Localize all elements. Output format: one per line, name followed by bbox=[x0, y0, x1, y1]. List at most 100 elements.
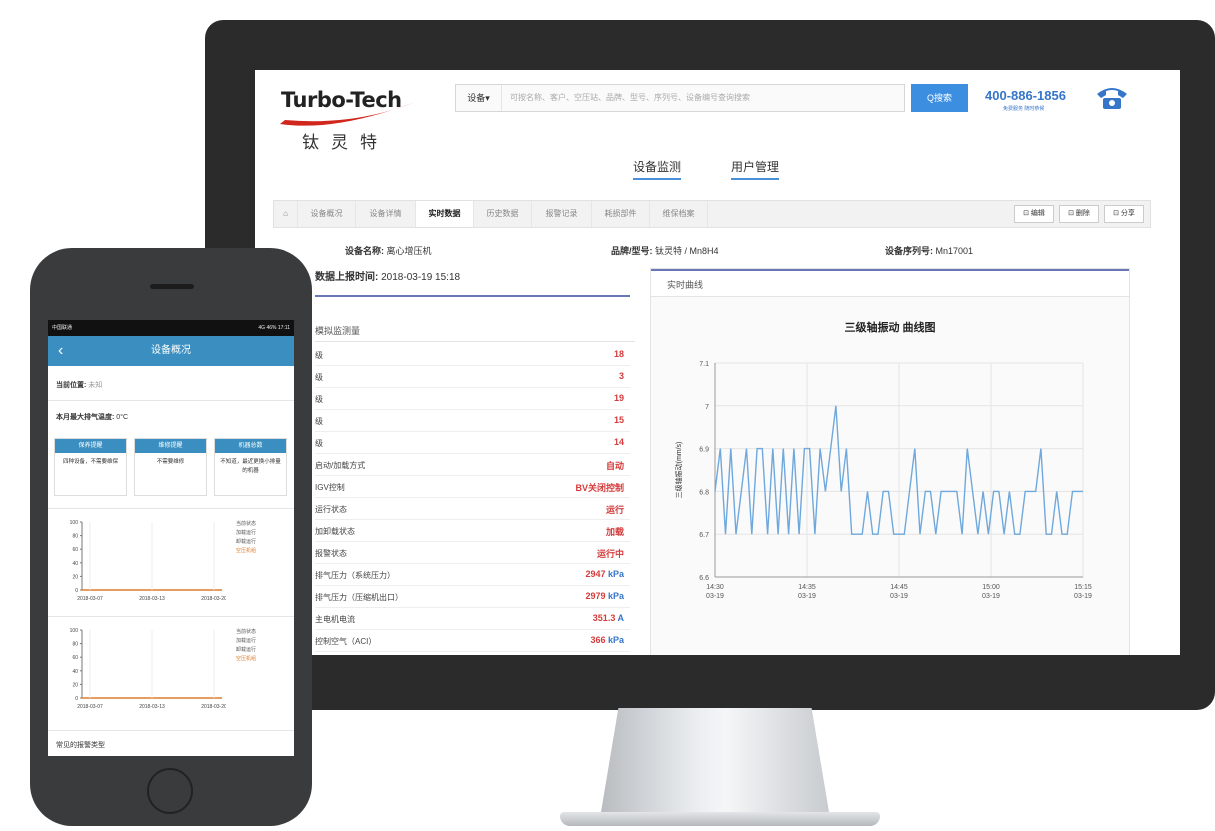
upload-time-value: 2018-03-19 15:18 bbox=[381, 272, 461, 283]
monitor-row: 报警状态 运行中 bbox=[315, 542, 630, 564]
m-y-tick-label: 20 bbox=[72, 682, 78, 688]
share-button[interactable]: ⊡ 分享 bbox=[1104, 205, 1144, 223]
m-y-tick-label: 100 bbox=[70, 520, 79, 526]
divider bbox=[48, 400, 294, 401]
hotline-number: 400-886-1856 bbox=[985, 88, 1066, 103]
nav-device-monitoring[interactable]: 设备监测 bbox=[633, 158, 682, 180]
monitor-row-label: IGV控制 bbox=[315, 483, 345, 492]
m-y-tick-label: 40 bbox=[72, 561, 78, 567]
monitor-row-label: 级 bbox=[315, 417, 323, 426]
monitor-row-value: 351.3 A bbox=[592, 613, 624, 623]
monitor-row-label: 控制空气（ACI） bbox=[315, 637, 377, 646]
tab-realtime-data[interactable]: 实时数据 bbox=[416, 201, 474, 227]
m-legend-item: 当前状态 bbox=[236, 629, 257, 635]
monitor-row-label: 加卸载状态 bbox=[315, 527, 355, 536]
monitor-screen: Turbo-Tech 钛灵特 设备▾ 可按名称、客户、空压站、品牌、型号、序列号… bbox=[255, 70, 1180, 655]
divider bbox=[48, 508, 294, 509]
monitor-row-label: 级 bbox=[315, 439, 323, 448]
status-bar: 中国联通 4G 46% 17:11 bbox=[48, 320, 294, 336]
temp-value: 0°C bbox=[116, 414, 129, 421]
desktop-monitor: Turbo-Tech 钛灵特 设备▾ 可按名称、客户、空压站、品牌、型号、序列号… bbox=[205, 20, 1215, 710]
device-serial-key: 设备序列号: bbox=[885, 246, 933, 256]
home-button[interactable] bbox=[147, 768, 193, 814]
nav-user-management[interactable]: 用户管理 bbox=[731, 158, 780, 180]
m-x-tick-label: 2018-03-20 bbox=[201, 704, 226, 710]
monitor-row: 级 14 bbox=[315, 432, 630, 454]
m-x-tick-label: 2018-03-07 bbox=[77, 704, 103, 710]
upload-underline bbox=[315, 295, 630, 297]
tab-maintenance-archive[interactable]: 维保档案 bbox=[650, 201, 708, 227]
x-tick-label: 14:35 bbox=[798, 584, 816, 591]
m-y-tick-label: 40 bbox=[72, 669, 78, 675]
m-legend-item: 空压机组 bbox=[236, 656, 257, 662]
x-tick-date: 03-19 bbox=[890, 593, 908, 600]
m-y-tick-label: 80 bbox=[72, 642, 78, 648]
maintenance-card[interactable]: 保养提醒 四种设备，不需要维保 bbox=[54, 438, 127, 496]
monitor-row-label: 级 bbox=[315, 351, 323, 360]
search-scope-dropdown[interactable]: 设备▾ bbox=[456, 85, 502, 111]
divider bbox=[48, 616, 294, 617]
brand-logo[interactable]: Turbo-Tech 钛灵特 bbox=[275, 78, 425, 152]
divider bbox=[48, 730, 294, 731]
search-box[interactable]: 设备▾ 可按名称、客户、空压站、品牌、型号、序列号、设备编号查询搜索 bbox=[455, 84, 905, 112]
x-tick-date: 03-19 bbox=[706, 593, 724, 600]
monitor-row-value: 14 bbox=[613, 437, 624, 447]
tab-alarm-records[interactable]: 报警记录 bbox=[532, 201, 592, 227]
machine-card-head: 机器总数 bbox=[215, 439, 286, 453]
y-tick-label: 7 bbox=[705, 404, 709, 411]
m-x-tick-label: 2018-03-13 bbox=[139, 704, 165, 710]
hotline-subtitle: 免费服务 随时恭候 bbox=[1003, 106, 1045, 112]
machine-total-card[interactable]: 机器总数 不知道，最近更换小排量的机器 bbox=[214, 438, 287, 496]
device-brand-value: 钛灵特 / Mn8H4 bbox=[655, 246, 719, 256]
mobile-chart-2: 100 80 60 40 20 0 2018-03-07 2018-03-13 2018-03-… bbox=[70, 628, 226, 710]
repair-card-body: 不需要维修 bbox=[156, 459, 185, 465]
mobile-chart-2-legend: 当前状态 加载运行 卸载运行 空压机组 bbox=[236, 628, 256, 664]
m-legend-item: 卸载运行 bbox=[236, 539, 257, 545]
monitor-row-label: 级 bbox=[315, 373, 323, 382]
m-legend-item: 空压机组 bbox=[236, 548, 257, 554]
phone-screen: 中国联通 4G 46% 17:11 ‹ 设备概况 当前位置: 未知 本月最大排气… bbox=[48, 320, 294, 756]
temp-key: 本月最大排气温度: bbox=[56, 414, 115, 421]
app-title: 设备概况 bbox=[151, 345, 191, 356]
monitor-row-value: 自动 bbox=[605, 461, 624, 471]
monitor-row: 级 19 bbox=[315, 388, 630, 410]
tab-device-details[interactable]: 设备详情 bbox=[356, 201, 416, 227]
back-arrow-icon[interactable]: ‹ bbox=[58, 336, 63, 366]
location-value: 未知 bbox=[88, 382, 103, 389]
monitor-row-value: 运行中 bbox=[596, 549, 624, 559]
monitor-row-value: 加载 bbox=[605, 527, 624, 537]
current-location: 当前位置: 未知 bbox=[56, 380, 102, 390]
monitor-row: 运行状态 运行 bbox=[315, 498, 630, 520]
upload-time: 数据上报时间: 2018-03-19 15:18 bbox=[315, 268, 460, 283]
edit-button[interactable]: ⊡ 编辑 bbox=[1014, 205, 1054, 223]
tab-history-data[interactable]: 历史数据 bbox=[474, 201, 532, 227]
tab-device-overview[interactable]: 设备概况 bbox=[298, 201, 356, 227]
repair-card-head: 维修提醒 bbox=[135, 439, 206, 453]
search-button[interactable]: Q搜索 bbox=[911, 84, 968, 112]
phone-speaker bbox=[150, 284, 194, 289]
monitor-row-label: 级 bbox=[315, 395, 323, 404]
device-name-value: 离心增压机 bbox=[386, 246, 432, 256]
y-tick-label: 6.6 bbox=[699, 575, 709, 582]
m-legend-item: 加载运行 bbox=[236, 638, 257, 644]
monitor-row-label: 启动/加载方式 bbox=[315, 461, 366, 470]
monitor-row: 主电机电流 351.3 A bbox=[315, 608, 630, 630]
m-legend-item: 加载运行 bbox=[236, 530, 257, 536]
m-y-tick-label: 80 bbox=[72, 534, 78, 540]
y-axis-label: 三级轴振动(mm/s) bbox=[674, 442, 683, 499]
monitor-row-value: 15 bbox=[613, 415, 624, 425]
telephone-icon bbox=[1097, 88, 1127, 109]
search-input[interactable]: 可按名称、客户、空压站、品牌、型号、序列号、设备编号查询搜索 bbox=[510, 85, 750, 111]
device-name-info: 设备名称: 离心增压机 bbox=[345, 244, 432, 257]
monitor-row: 级3 bbox=[315, 366, 630, 388]
device-brand-key: 品牌/型号: bbox=[611, 246, 653, 256]
delete-button[interactable]: ⊡ 删除 bbox=[1059, 205, 1099, 223]
monitor-row: 控制空气（ACI） 366 kPa bbox=[315, 630, 630, 652]
monitor-row-value: BV关闭控制 bbox=[575, 483, 624, 493]
monitor-stand-base bbox=[560, 812, 880, 826]
tab-home[interactable]: ⌂ bbox=[274, 201, 298, 227]
repair-card[interactable]: 维修提醒 不需要维修 bbox=[134, 438, 207, 496]
m-x-tick-label: 2018-03-20 bbox=[201, 596, 226, 602]
tab-wear-parts[interactable]: 耗损部件 bbox=[592, 201, 650, 227]
m-y-tick-label: 0 bbox=[75, 696, 78, 702]
